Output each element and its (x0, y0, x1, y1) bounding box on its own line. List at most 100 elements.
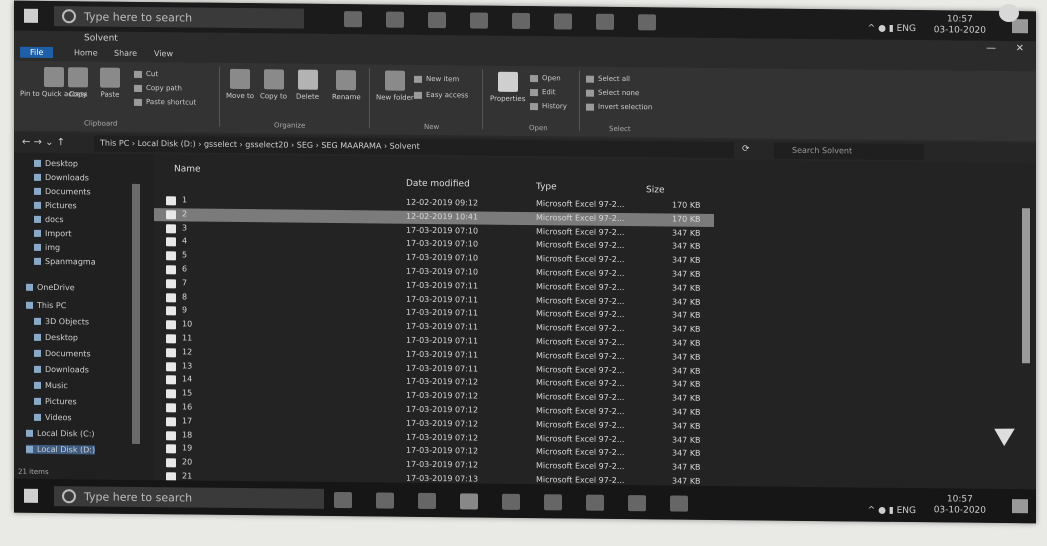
file-date: 17-03-2019 07:11 (406, 349, 479, 360)
tab-view[interactable]: View (154, 49, 173, 58)
nav-item[interactable]: Pictures (34, 201, 77, 210)
mail-icon[interactable] (470, 12, 488, 29)
start-button[interactable] (24, 488, 38, 503)
open-button[interactable]: Open (530, 74, 561, 82)
copy-button[interactable]: Copy (68, 67, 88, 98)
taskbar-search-box[interactable]: Type here to search (54, 6, 304, 29)
ribbon: Pin to Quick access Copy Paste Cut Copy … (14, 60, 1036, 142)
system-tray[interactable]: ^ ● ▮ ENG (862, 498, 916, 518)
select-none-button[interactable]: Select none (586, 89, 639, 97)
file-list-scrollbar[interactable] (1022, 208, 1030, 364)
easy-access-button[interactable]: Easy access (414, 91, 468, 99)
app-icon[interactable] (670, 495, 688, 512)
refresh-icon[interactable]: ⟳ (742, 144, 750, 154)
new-folder-icon (384, 70, 405, 91)
move-to-label: Move to (226, 91, 255, 101)
file-name: 3 (182, 223, 188, 233)
chrome-icon[interactable] (418, 492, 436, 510)
file-explorer-icon[interactable] (554, 13, 572, 30)
back-forward-up-icons[interactable]: ← → ⌄ ↑ (22, 137, 65, 148)
history-button[interactable]: History (530, 102, 567, 110)
clock[interactable]: 10:57 03-10-2020 (934, 14, 986, 37)
column-header-size[interactable]: Size (646, 185, 664, 195)
edge-icon[interactable] (376, 492, 394, 509)
nav-item[interactable]: Spanmagma (34, 257, 96, 267)
nav-item-selected[interactable]: Local Disk (D:) (26, 444, 96, 455)
taskbar-search-box[interactable]: Type here to search (54, 486, 324, 509)
system-tray[interactable]: ^ ● ▮ ENG (862, 16, 916, 36)
nav-item[interactable]: Downloads (34, 173, 89, 182)
rename-button[interactable]: Rename (332, 70, 361, 101)
notification-icon[interactable] (1012, 499, 1028, 514)
nav-item[interactable]: Downloads (34, 365, 89, 374)
copy-label: Copy (69, 90, 87, 99)
column-header-date[interactable]: Date modified (406, 179, 470, 190)
delete-button[interactable]: Delete (296, 69, 319, 101)
file-name: 17 (182, 416, 193, 426)
select-all-button[interactable]: Select all (586, 75, 630, 83)
nav-item[interactable]: 3D Objects (34, 317, 89, 326)
tab-home[interactable]: Home (74, 48, 98, 57)
file-name: 19 (182, 443, 193, 453)
tab-share[interactable]: Share (114, 49, 137, 58)
clock-time: 10:57 (946, 494, 973, 505)
task-view-icon[interactable] (334, 491, 352, 509)
copy-path-button[interactable]: Copy path (134, 84, 182, 92)
mail-icon[interactable] (460, 493, 478, 510)
file-explorer-icon[interactable] (544, 494, 562, 511)
nav-item[interactable]: docs (34, 215, 64, 224)
move-to-button[interactable]: Move to (226, 68, 255, 101)
nav-item[interactable]: Documents (34, 187, 91, 196)
nav-item[interactable]: Videos (34, 413, 72, 422)
app-icon[interactable] (628, 495, 646, 512)
nav-item[interactable]: This PC (26, 301, 66, 310)
nav-item[interactable]: Documents (34, 349, 91, 358)
clock[interactable]: 10:57 03-10-2020 (934, 494, 986, 517)
start-button[interactable] (24, 8, 38, 23)
store-icon[interactable] (512, 12, 530, 30)
file-type: Microsoft Excel 97-2... (536, 406, 625, 417)
chrome-icon[interactable] (428, 11, 446, 29)
cut-button[interactable]: Cut (134, 70, 158, 78)
file-size: 347 KB (672, 338, 701, 348)
edge-icon[interactable] (386, 11, 404, 28)
nav-item[interactable]: Desktop (34, 159, 78, 168)
close-icon[interactable]: ✕ (1016, 43, 1024, 54)
new-folder-button[interactable]: New folder (376, 70, 414, 102)
tab-file[interactable]: File (20, 46, 54, 59)
copy-to-button[interactable]: Copy to (260, 69, 287, 101)
file-name: 7 (182, 278, 188, 288)
column-header-type[interactable]: Type (536, 182, 557, 192)
column-header-name[interactable]: Name (174, 164, 201, 174)
nav-item[interactable]: Desktop (34, 333, 78, 342)
store-icon[interactable] (502, 493, 520, 510)
file-size: 170 KB (672, 214, 701, 224)
invert-selection-button[interactable]: Invert selection (586, 103, 652, 112)
delete-label: Delete (296, 92, 319, 101)
minimize-icon[interactable]: — (986, 43, 996, 54)
paste-shortcut-button[interactable]: Paste shortcut (134, 98, 196, 107)
new-item-button[interactable]: New item (414, 75, 459, 83)
file-name: 16 (182, 402, 193, 412)
nav-item[interactable]: OneDrive (26, 283, 75, 292)
excel-icon[interactable] (586, 494, 604, 511)
file-name: 2 (182, 209, 188, 219)
folder-search-box[interactable]: Search Solvent (774, 142, 924, 161)
nav-item[interactable]: Local Disk (C:) (26, 429, 95, 439)
properties-button[interactable]: Properties (490, 71, 525, 103)
photographed-screen: Type here to search ^ ● ▮ ENG 10:57 03-1… (14, 0, 1036, 524)
notification-icon[interactable] (1012, 19, 1028, 34)
file-date: 17-03-2019 07:10 (406, 225, 479, 236)
nav-item[interactable]: Pictures (34, 397, 77, 406)
nav-item[interactable]: Import (34, 229, 72, 238)
app-icon[interactable] (638, 14, 656, 31)
excel-icon[interactable] (596, 13, 614, 30)
nav-item[interactable]: img (34, 243, 60, 252)
task-view-icon[interactable] (344, 11, 362, 28)
edit-button[interactable]: Edit (530, 88, 556, 96)
paste-button[interactable]: Paste (100, 67, 120, 99)
file-size: 347 KB (672, 324, 701, 335)
nav-scrollbar[interactable] (132, 183, 140, 444)
nav-item[interactable]: Music (34, 381, 68, 390)
excel-file-icon (166, 320, 176, 330)
